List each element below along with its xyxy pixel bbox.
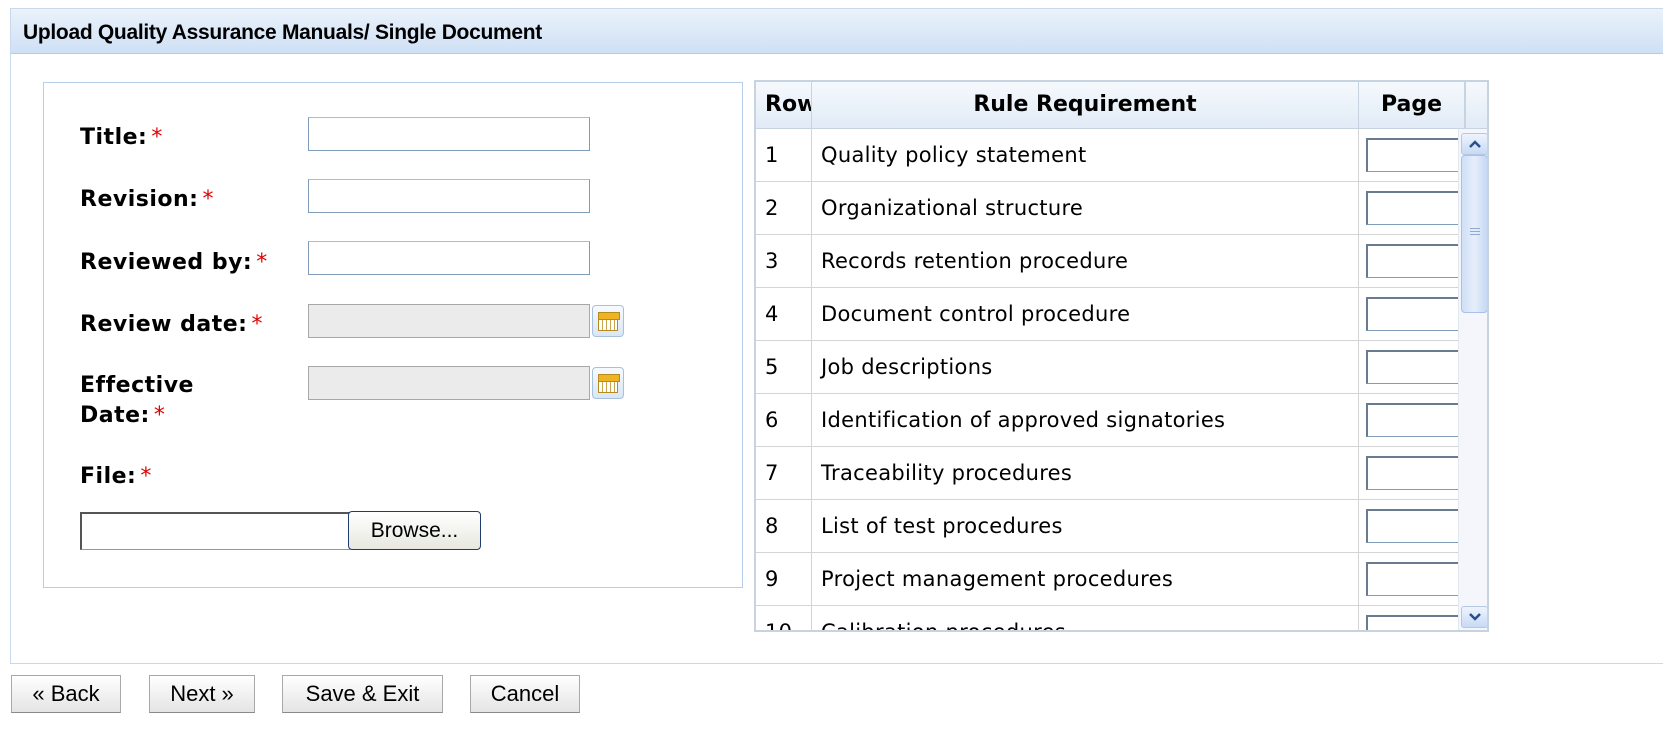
rule-requirement: Quality policy statement <box>812 129 1359 181</box>
page-input[interactable] <box>1366 350 1458 384</box>
save-exit-button[interactable]: Save & Exit <box>282 675 443 713</box>
review-date-label: Review date: * <box>80 312 263 337</box>
revision-input[interactable] <box>308 179 590 213</box>
table-row[interactable]: 10 Calibration procedures <box>756 606 1458 630</box>
table-row[interactable]: 1 Quality policy statement <box>756 129 1458 182</box>
panel-header: Upload Quality Assurance Manuals/ Single… <box>11 9 1663 54</box>
table-row[interactable]: 2 Organizational structure <box>756 182 1458 235</box>
grid-body: 1 Quality policy statement 2 Organizational… <box>756 129 1487 630</box>
table-row[interactable]: 9 Project management procedures <box>756 553 1458 606</box>
scrollbar-thumb[interactable] <box>1461 155 1487 313</box>
cancel-button[interactable]: Cancel <box>470 675 580 713</box>
page-input[interactable] <box>1366 191 1458 225</box>
grid-scrollbar[interactable] <box>1458 129 1487 630</box>
row-number: 1 <box>756 129 812 181</box>
rule-requirement: Identification of approved signatories <box>812 394 1359 446</box>
effective-date-input <box>308 366 590 400</box>
effective-date-label: Effective <box>80 373 194 398</box>
file-path-input[interactable] <box>80 512 350 550</box>
table-row[interactable]: 8 List of test procedures <box>756 500 1458 553</box>
column-header-page[interactable]: Page <box>1359 82 1466 128</box>
table-row[interactable]: 6 Identification of approved signatories <box>756 394 1458 447</box>
column-header-rule[interactable]: Rule Requirement <box>812 82 1359 128</box>
grid-header: Row Rule Requirement Page <box>756 82 1487 129</box>
page-input[interactable] <box>1366 297 1458 331</box>
row-number: 3 <box>756 235 812 287</box>
page-input[interactable] <box>1366 138 1458 172</box>
rule-requirement: Document control procedure <box>812 288 1359 340</box>
rule-requirement: Project management procedures <box>812 553 1359 605</box>
required-mark: * <box>140 464 152 489</box>
row-number: 9 <box>756 553 812 605</box>
back-button[interactable]: « Back <box>11 675 121 713</box>
title-input[interactable] <box>308 117 590 151</box>
required-mark: * <box>202 187 214 212</box>
page-input[interactable] <box>1366 403 1458 437</box>
table-row[interactable]: 3 Records retention procedure <box>756 235 1458 288</box>
table-row[interactable]: 7 Traceability procedures <box>756 447 1458 500</box>
effective-date-label-line2: Date: * <box>80 403 166 428</box>
panel-title: Upload Quality Assurance Manuals/ Single… <box>23 21 542 44</box>
table-row[interactable]: 5 Job descriptions <box>756 341 1458 394</box>
reviewed-by-label: Reviewed by: * <box>80 250 268 275</box>
rule-requirements-grid: Row Rule Requirement Page 1Quality polic… <box>754 80 1489 632</box>
page-input[interactable] <box>1366 456 1458 490</box>
required-mark: * <box>151 125 163 150</box>
rule-requirement: Organizational structure <box>812 182 1359 234</box>
row-number: 5 <box>756 341 812 393</box>
chevron-down-icon[interactable] <box>1461 606 1487 628</box>
page-input[interactable] <box>1366 562 1458 596</box>
browse-button[interactable]: Browse... <box>348 511 481 550</box>
chevron-up-icon[interactable] <box>1461 133 1487 155</box>
required-mark: * <box>153 403 166 428</box>
calendar-icon[interactable] <box>592 305 624 337</box>
rule-requirement: Traceability procedures <box>812 447 1359 499</box>
revision-label: Revision: * <box>80 187 214 212</box>
required-mark: * <box>256 250 268 275</box>
page-input[interactable] <box>1366 509 1458 543</box>
table-row[interactable]: 4 Document control procedure <box>756 288 1458 341</box>
row-number: 2 <box>756 182 812 234</box>
file-label: File: * <box>80 464 152 489</box>
page-input[interactable] <box>1366 244 1458 278</box>
title-label: Title: * <box>80 125 163 150</box>
column-header-row[interactable]: Row <box>756 82 812 128</box>
reviewed-by-input[interactable] <box>308 241 590 275</box>
row-number: 4 <box>756 288 812 340</box>
rule-requirement: Job descriptions <box>812 341 1359 393</box>
row-number: 6 <box>756 394 812 446</box>
calendar-icon[interactable] <box>592 367 624 399</box>
row-number: 8 <box>756 500 812 552</box>
required-mark: * <box>251 312 263 337</box>
row-number: 10 <box>756 606 812 630</box>
review-date-input <box>308 304 590 338</box>
row-number: 7 <box>756 447 812 499</box>
rule-requirement: Records retention procedure <box>812 235 1359 287</box>
next-button[interactable]: Next » <box>149 675 255 713</box>
page-input[interactable] <box>1366 615 1458 630</box>
rule-requirement: List of test procedures <box>812 500 1359 552</box>
rule-requirement: Calibration procedures <box>812 606 1359 630</box>
